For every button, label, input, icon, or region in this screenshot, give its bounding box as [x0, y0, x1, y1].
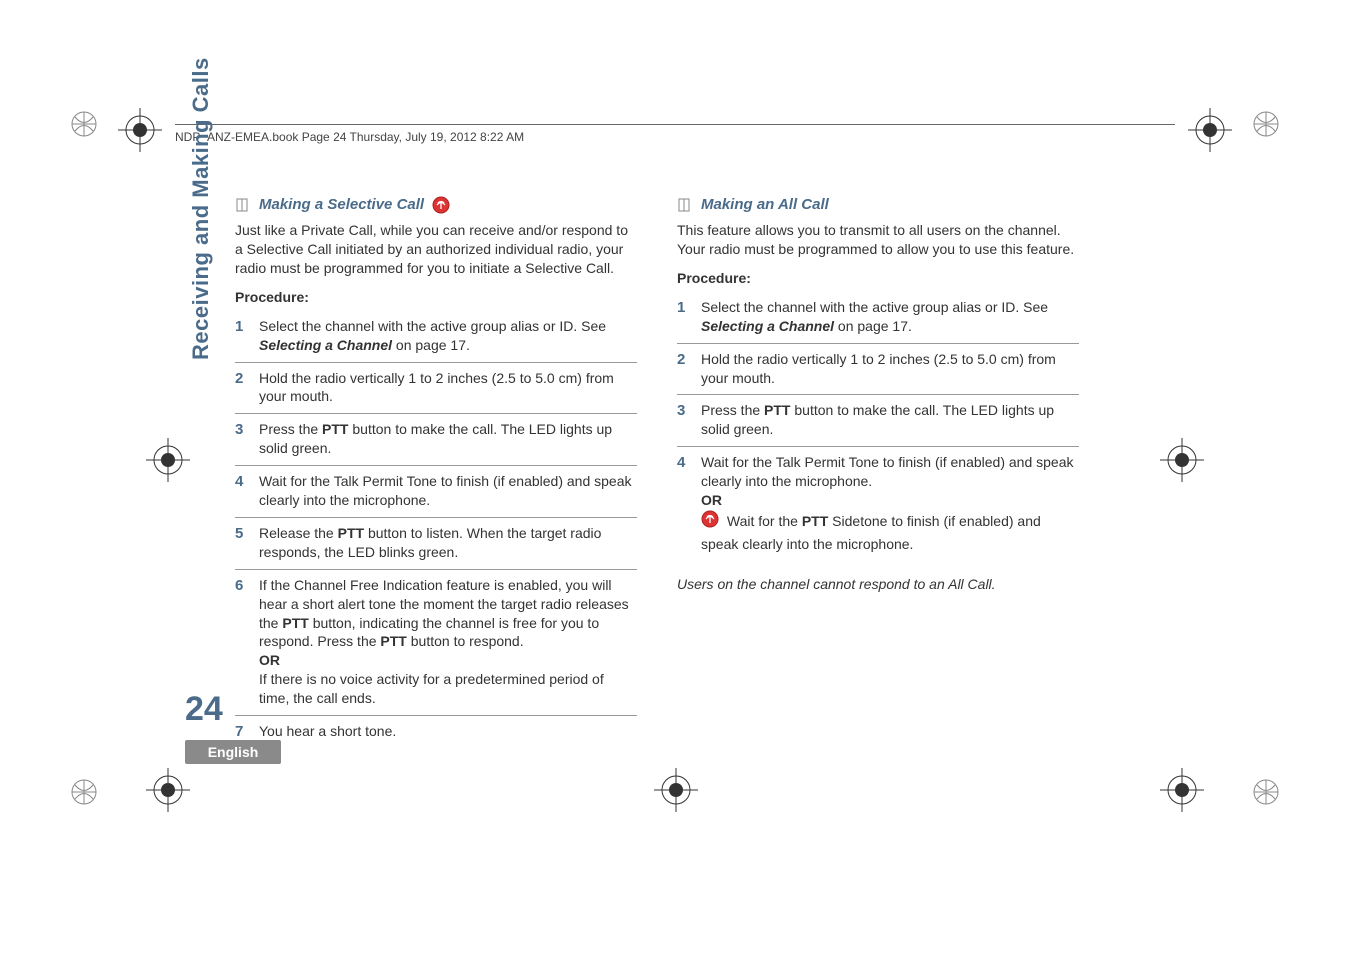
- registration-mark-icon: [1160, 768, 1204, 812]
- step-number: 3: [677, 401, 691, 439]
- right-column: Making an All Call This feature allows y…: [677, 195, 1079, 749]
- step-item: 4 Wait for the Talk Permit Tone to finis…: [235, 466, 637, 518]
- globe-mark-icon: [1250, 776, 1282, 808]
- step-number: 4: [235, 472, 249, 510]
- antenna-badge-icon: [432, 196, 450, 214]
- step-text: Select the channel with the active group…: [259, 317, 637, 355]
- procedure-steps: 1 Select the channel with the active gro…: [235, 311, 637, 749]
- step-number: 4: [677, 453, 691, 553]
- globe-mark-icon: [68, 776, 100, 808]
- registration-mark-icon: [1188, 108, 1232, 152]
- procedure-label: Procedure:: [235, 288, 637, 307]
- step-number: 3: [235, 420, 249, 458]
- registration-mark-icon: [654, 768, 698, 812]
- step-item: 1 Select the channel with the active gro…: [677, 292, 1079, 344]
- section-title-text: Making a Selective Call: [259, 195, 424, 215]
- registration-mark-icon: [146, 438, 190, 482]
- page-number: 24: [185, 690, 223, 729]
- left-column: Making a Selective Call Just like a Priv…: [235, 195, 637, 749]
- step-item: 4 Wait for the Talk Permit Tone to finis…: [677, 447, 1079, 560]
- step-number: 2: [235, 369, 249, 407]
- step-item: 1 Select the channel with the active gro…: [235, 311, 637, 363]
- section-heading-selective-call: Making a Selective Call: [235, 195, 637, 215]
- registration-mark-icon: [146, 768, 190, 812]
- step-number: 5: [235, 524, 249, 562]
- globe-mark-icon: [1250, 108, 1282, 140]
- section-tab-label: Receiving and Making Calls: [188, 57, 213, 360]
- intro-text: This feature allows you to transmit to a…: [677, 221, 1079, 259]
- antenna-badge-icon: [701, 510, 719, 533]
- header-filename: NDP_ANZ-EMEA.book Page 24 Thursday, July…: [175, 130, 524, 144]
- step-item: 3 Press the PTT button to make the call.…: [235, 414, 637, 466]
- header-rule: [175, 124, 1175, 125]
- step-item: 2 Hold the radio vertically 1 to 2 inche…: [677, 344, 1079, 396]
- step-text: You hear a short tone.: [259, 722, 637, 742]
- book-icon: [677, 197, 693, 213]
- book-icon: [235, 197, 251, 213]
- step-item: 5 Release the PTT button to listen. When…: [235, 518, 637, 570]
- step-item: 6 If the Channel Free Indication feature…: [235, 570, 637, 716]
- step-number: 7: [235, 722, 249, 742]
- step-text: If the Channel Free Indication feature i…: [259, 576, 637, 708]
- globe-mark-icon: [68, 108, 100, 140]
- registration-mark-icon: [1160, 438, 1204, 482]
- step-number: 2: [677, 350, 691, 388]
- step-text: Wait for the Talk Permit Tone to finish …: [701, 453, 1079, 553]
- registration-mark-icon: [118, 108, 162, 152]
- step-text: Release the PTT button to listen. When t…: [259, 524, 637, 562]
- step-text: Hold the radio vertically 1 to 2 inches …: [259, 369, 637, 407]
- section-title-text: Making an All Call: [701, 195, 829, 215]
- section-heading-all-call: Making an All Call: [677, 195, 1079, 215]
- section-tab: Receiving and Making Calls: [188, 60, 214, 360]
- intro-text: Just like a Private Call, while you can …: [235, 221, 637, 278]
- step-number: 6: [235, 576, 249, 708]
- step-item: 2 Hold the radio vertically 1 to 2 inche…: [235, 363, 637, 415]
- procedure-steps: 1 Select the channel with the active gro…: [677, 292, 1079, 561]
- step-text: Wait for the Talk Permit Tone to finish …: [259, 472, 637, 510]
- procedure-label: Procedure:: [677, 269, 1079, 288]
- step-number: 1: [235, 317, 249, 355]
- step-number: 1: [677, 298, 691, 336]
- step-text: Hold the radio vertically 1 to 2 inches …: [701, 350, 1079, 388]
- note-text: Users on the channel cannot respond to a…: [677, 575, 1079, 594]
- step-text: Press the PTT button to make the call. T…: [701, 401, 1079, 439]
- step-text: Press the PTT button to make the call. T…: [259, 420, 637, 458]
- step-item: 7 You hear a short tone.: [235, 716, 637, 749]
- step-text: Select the channel with the active group…: [701, 298, 1079, 336]
- step-item: 3 Press the PTT button to make the call.…: [677, 395, 1079, 447]
